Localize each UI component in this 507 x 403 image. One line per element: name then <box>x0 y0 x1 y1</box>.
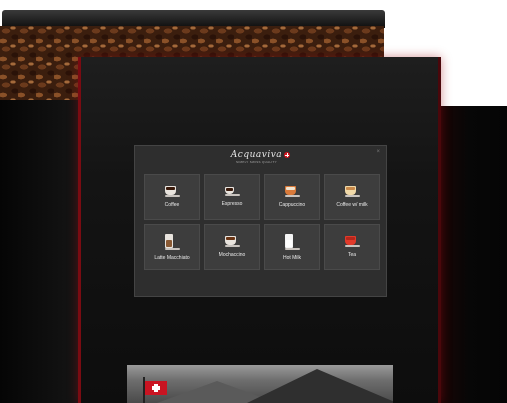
swiss-flag-image <box>145 381 167 395</box>
cappuccino-cup-icon <box>284 186 300 197</box>
touch-screen: Acquaviva SIMPLY SWISS QUALITY × Coffee … <box>134 145 387 297</box>
coffee-cup-icon <box>164 186 180 197</box>
hot-milk-glass-icon <box>284 233 300 250</box>
close-icon[interactable]: × <box>376 149 380 155</box>
drink-label: Hot Milk <box>282 254 302 261</box>
coffee-with-milk-cup-icon <box>344 186 360 197</box>
brand-logo: Acquaviva SIMPLY SWISS QUALITY <box>230 149 291 164</box>
drink-tile-latte-macchiato[interactable]: Latte Macchiato <box>144 224 200 270</box>
drink-label: Coffee w/ milk <box>336 202 368 208</box>
drink-tile-mochaccino[interactable]: Mochaccino <box>204 224 260 270</box>
swiss-cross-icon <box>284 152 291 158</box>
drink-tile-coffee[interactable]: Coffee <box>144 174 200 220</box>
latte-glass-icon <box>164 233 180 250</box>
machine-left-side <box>0 100 82 403</box>
brand-name: Acquaviva <box>230 149 283 160</box>
drink-tile-cappuccino[interactable]: Cappuccino <box>264 174 320 220</box>
drink-tile-hot-milk[interactable]: Hot Milk <box>264 224 320 270</box>
mochaccino-cup-icon <box>224 236 240 247</box>
drink-menu-grid: Coffee Espresso Cappuccino Coffee w/ mil… <box>144 174 380 272</box>
drink-label: Coffee <box>164 202 180 208</box>
drink-label: Mochaccino <box>218 252 246 258</box>
espresso-cup-icon <box>224 187 240 196</box>
mountain-shape <box>247 369 393 403</box>
drink-tile-espresso[interactable]: Espresso <box>204 174 260 220</box>
tea-cup-icon <box>344 236 360 247</box>
screen-header: Acquaviva SIMPLY SWISS QUALITY × <box>135 146 386 168</box>
drink-label: Cappuccino <box>278 202 306 208</box>
drink-tile-tea[interactable]: Tea <box>324 224 380 270</box>
machine-right-side <box>437 106 507 403</box>
drink-label: Tea <box>347 252 357 258</box>
drink-label: Espresso <box>221 201 243 207</box>
drink-tile-coffee-with-milk[interactable]: Coffee w/ milk <box>324 174 380 220</box>
drink-label: Latte Macchiato <box>154 254 190 261</box>
alpine-photo-panel <box>127 365 393 403</box>
brand-tagline: SIMPLY SWISS QUALITY <box>236 159 277 164</box>
